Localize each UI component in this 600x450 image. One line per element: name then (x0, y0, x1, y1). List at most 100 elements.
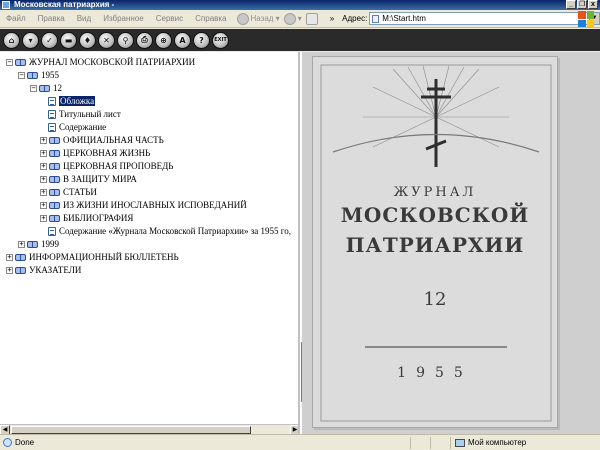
page-icon (372, 15, 380, 23)
pin-icon: ♦ (83, 35, 92, 45)
expand-icon[interactable]: + (40, 162, 47, 170)
home-icon: ⌂ (8, 35, 15, 45)
more-buttons[interactable]: » (330, 14, 334, 23)
window-controls: _ ❐ x (566, 0, 598, 9)
tree-node-indexes[interactable]: + УКАЗАТЕЛИ (6, 264, 81, 276)
stop-button[interactable] (305, 12, 320, 25)
zone-label: Мой компьютер (468, 438, 527, 447)
tree-node-articles[interactable]: + СТАТЬИ (40, 186, 97, 198)
tree-label: ЦЕРКОВНАЯ ЖИЗНЬ (63, 148, 151, 158)
home-button[interactable]: ⌂ (3, 31, 20, 49)
expand-icon[interactable]: + (18, 240, 25, 248)
menu-file[interactable]: Файл (0, 14, 32, 23)
book-icon (15, 266, 26, 274)
tree-label: Содержание (59, 122, 107, 132)
collapse-icon[interactable]: − (18, 71, 25, 79)
search-button[interactable]: ⚲ (117, 31, 134, 49)
font-button[interactable]: A (174, 31, 191, 49)
tree-node-journal[interactable]: − ЖУРНАЛ МОСКОВСКОЙ ПАТРИАРХИИ (6, 56, 195, 68)
find-button[interactable]: ⊕ (155, 31, 172, 49)
address-label: Адрес: (342, 14, 368, 23)
tree-label: 12 (53, 83, 62, 93)
menu-view[interactable]: Вид (71, 14, 97, 23)
app-icon (2, 1, 10, 9)
exit-label: EXIT (214, 37, 227, 43)
expand-icon[interactable]: + (40, 175, 47, 183)
title-bar: Московская патриархия - _ ❐ x (0, 0, 600, 10)
tree-label: СТАТЬИ (63, 187, 97, 197)
tree-node-issue-12[interactable]: − 12 (30, 82, 62, 94)
collapse-icon[interactable]: − (30, 84, 37, 92)
status-text: Done (15, 438, 35, 447)
menu-edit[interactable]: Правка (32, 14, 71, 23)
expand-icon[interactable]: + (40, 188, 47, 196)
book-icon (15, 58, 26, 66)
check-button[interactable]: ✓ (41, 31, 58, 49)
tree-label: В ЗАЩИТУ МИРА (63, 174, 137, 184)
tree-node-bulletin[interactable]: + ИНФОРМАЦИОННЫЙ БЮЛЛЕТЕНЬ (6, 251, 179, 263)
collapse-icon[interactable]: − (6, 58, 13, 66)
horizontal-scrollbar[interactable]: ◀ ▶ (0, 424, 298, 434)
tree-leaf-annual-contents[interactable]: Содержание «Журнала Московской Патриархи… (48, 225, 291, 237)
menu-help[interactable]: Справка (189, 14, 232, 23)
expand-icon[interactable]: + (40, 214, 47, 222)
tree-label: БИБЛИОГРАФИЯ (63, 213, 134, 223)
pin-button[interactable]: ♦ (79, 31, 96, 49)
book-icon (27, 71, 38, 79)
tree-leaf-cover[interactable]: Обложка (48, 95, 96, 107)
menu-bar: Файл Правка Вид Избранное Сервис Справка… (0, 10, 600, 28)
book-icon (49, 175, 60, 183)
content-area: − ЖУРНАЛ МОСКОВСКОЙ ПАТРИАРХИИ − 1955 − … (0, 52, 600, 434)
cover-issue-number: 12 (423, 289, 447, 310)
cancel-button[interactable]: ✕ (98, 31, 115, 49)
security-zone: Мой компьютер (450, 436, 600, 449)
tree-label: Обложка (59, 96, 96, 106)
tree-leaf-title-page[interactable]: Титульный лист (48, 108, 121, 120)
tree-node-sermon[interactable]: + ЦЕРКОВНАЯ ПРОПОВЕДЬ (40, 160, 173, 172)
book-icon (39, 84, 50, 92)
help-button[interactable]: ? (193, 31, 210, 49)
status-bar: Done Мой компьютер (0, 434, 600, 450)
expand-icon[interactable]: + (6, 266, 13, 274)
expand-icon[interactable]: + (40, 149, 47, 157)
status-text-cell: Done (0, 438, 410, 447)
down-button[interactable]: ▾ (22, 31, 39, 49)
expand-icon[interactable]: + (40, 136, 47, 144)
book-icon (15, 253, 26, 261)
scroll-right-icon[interactable]: ▶ (290, 425, 298, 434)
menu-tools[interactable]: Сервис (150, 14, 189, 23)
expand-icon[interactable]: + (6, 253, 13, 261)
forward-button[interactable]: ▾ (283, 12, 302, 25)
page-icon (48, 109, 56, 119)
tree-node-1999[interactable]: + 1999 (18, 238, 59, 250)
minimize-button[interactable]: _ (566, 0, 576, 9)
close-button[interactable]: x (588, 0, 598, 9)
address-input[interactable]: M:\Start.htm ▼ (369, 12, 600, 25)
exit-button[interactable]: EXIT (212, 31, 229, 49)
viewer-toolbar: ⌂ ▾ ✓ ▬ ♦ ✕ ⚲ ⎙ ⊕ A ? EXIT (0, 29, 600, 51)
collapse-button[interactable]: ▬ (60, 31, 77, 49)
menu-favorites[interactable]: Избранное (97, 14, 150, 23)
tree-node-church-life[interactable]: + ЦЕРКОВНАЯ ЖИЗНЬ (40, 147, 150, 159)
tree-node-1955[interactable]: − 1955 (18, 69, 59, 81)
scroll-left-icon[interactable]: ◀ (0, 425, 10, 434)
search-icon: ⚲ (122, 35, 129, 45)
tree-node-official[interactable]: + ОФИЦИАЛЬНАЯ ЧАСТЬ (40, 134, 164, 146)
tree-node-peace[interactable]: + В ЗАЩИТУ МИРА (40, 173, 137, 185)
book-icon (49, 201, 60, 209)
check-icon: ✓ (46, 35, 53, 45)
tree-node-bibliography[interactable]: + БИБЛИОГРАФИЯ (40, 212, 133, 224)
restore-button[interactable]: ❐ (577, 0, 587, 9)
tree-node-heterodox[interactable]: + ИЗ ЖИЗНИ ИНОСЛАВНЫХ ИСПОВЕДАНИЙ (40, 199, 247, 211)
cover-title-line2: МОСКОВСКОЙ (340, 203, 530, 227)
tree-pane: − ЖУРНАЛ МОСКОВСКОЙ ПАТРИАРХИИ − 1955 − … (0, 52, 300, 434)
cover-title-line3: ПАТРИАРХИИ (345, 233, 525, 257)
print-button[interactable]: ⎙ (136, 31, 153, 49)
book-icon (49, 136, 60, 144)
expand-icon[interactable]: + (40, 201, 47, 209)
scrollbar-thumb[interactable] (11, 426, 251, 434)
book-icon (49, 214, 60, 222)
tree-leaf-contents[interactable]: Содержание (48, 121, 106, 133)
orthodox-cross-icon (421, 79, 451, 167)
back-button[interactable]: Назад ▾ (236, 12, 280, 25)
